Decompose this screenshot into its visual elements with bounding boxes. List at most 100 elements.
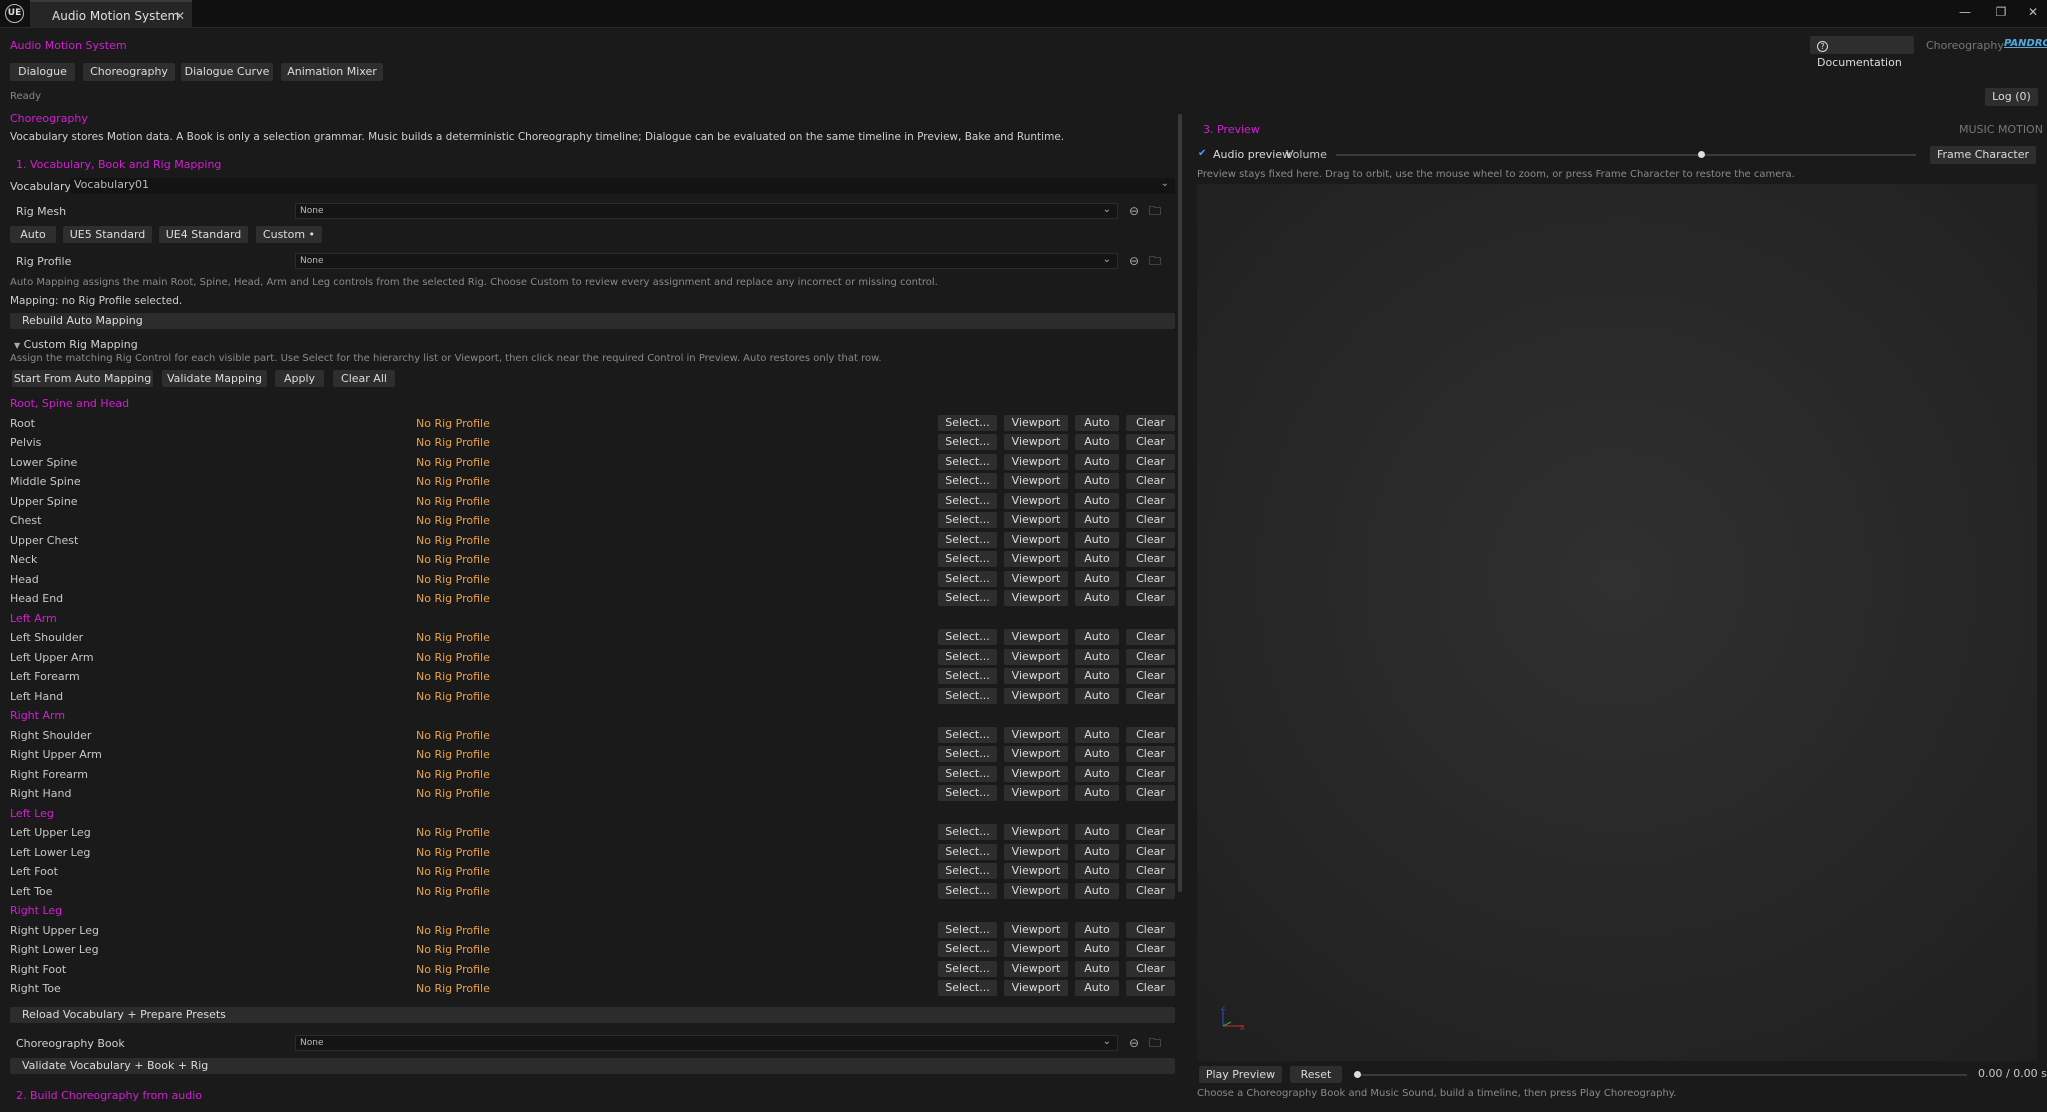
use-selected-icon[interactable]: ⊖ xyxy=(1127,1036,1141,1050)
auto-button[interactable]: Auto xyxy=(1075,532,1119,548)
preview-viewport[interactable]: X Z xyxy=(1197,184,2037,1061)
select-button[interactable]: Select... xyxy=(938,532,997,548)
browse-folder-icon[interactable]: 🗀 xyxy=(1148,204,1162,218)
viewport-button[interactable]: Viewport xyxy=(1004,590,1068,606)
select-button[interactable]: Select... xyxy=(938,493,997,509)
select-button[interactable]: Select... xyxy=(938,551,997,567)
choreography-book-dropdown[interactable]: None ⌄ xyxy=(295,1035,1118,1051)
clear-all-button[interactable]: Clear All xyxy=(333,370,395,387)
brand-link[interactable]: PANDRCA xyxy=(2004,38,2047,49)
browse-folder-icon[interactable]: 🗀 xyxy=(1148,1036,1162,1050)
select-button[interactable]: Select... xyxy=(938,844,997,860)
preset-ue4-button[interactable]: UE4 Standard xyxy=(159,226,248,243)
browse-folder-icon[interactable]: 🗀 xyxy=(1148,254,1162,268)
auto-button[interactable]: Auto xyxy=(1075,941,1119,957)
select-button[interactable]: Select... xyxy=(938,922,997,938)
viewport-button[interactable]: Viewport xyxy=(1004,668,1068,684)
auto-button[interactable]: Auto xyxy=(1075,766,1119,782)
clear-button[interactable]: Clear xyxy=(1126,883,1175,899)
viewport-button[interactable]: Viewport xyxy=(1004,629,1068,645)
auto-button[interactable]: Auto xyxy=(1075,668,1119,684)
viewport-button[interactable]: Viewport xyxy=(1004,688,1068,704)
select-button[interactable]: Select... xyxy=(938,688,997,704)
auto-button[interactable]: Auto xyxy=(1075,980,1119,996)
auto-button[interactable]: Auto xyxy=(1075,493,1119,509)
clear-button[interactable]: Clear xyxy=(1126,863,1175,879)
close-window-icon[interactable]: ✕ xyxy=(2022,2,2044,22)
rig-profile-dropdown[interactable]: None ⌄ xyxy=(295,253,1118,269)
clear-button[interactable]: Clear xyxy=(1126,844,1175,860)
select-button[interactable]: Select... xyxy=(938,785,997,801)
tab-dialogue-curve[interactable]: Dialogue Curve xyxy=(181,63,273,81)
viewport-button[interactable]: Viewport xyxy=(1004,824,1068,840)
validate-vocabulary-book-rig-button[interactable]: Validate Vocabulary + Book + Rig xyxy=(10,1058,1175,1074)
clear-button[interactable]: Clear xyxy=(1126,668,1175,684)
use-selected-icon[interactable]: ⊖ xyxy=(1127,204,1141,218)
viewport-button[interactable]: Viewport xyxy=(1004,649,1068,665)
viewport-button[interactable]: Viewport xyxy=(1004,727,1068,743)
rig-mesh-dropdown[interactable]: None ⌄ xyxy=(295,203,1118,219)
auto-button[interactable]: Auto xyxy=(1075,415,1119,431)
auto-button[interactable]: Auto xyxy=(1075,961,1119,977)
clear-button[interactable]: Clear xyxy=(1126,688,1175,704)
use-selected-icon[interactable]: ⊖ xyxy=(1127,254,1141,268)
clear-button[interactable]: Clear xyxy=(1126,454,1175,470)
viewport-button[interactable]: Viewport xyxy=(1004,746,1068,762)
clear-button[interactable]: Clear xyxy=(1126,532,1175,548)
preset-ue5-button[interactable]: UE5 Standard xyxy=(63,226,152,243)
select-button[interactable]: Select... xyxy=(938,473,997,489)
viewport-button[interactable]: Viewport xyxy=(1004,961,1068,977)
auto-button[interactable]: Auto xyxy=(1075,434,1119,450)
vocabulary-dropdown[interactable]: Vocabulary01 ⌄ xyxy=(70,178,1175,194)
clear-button[interactable]: Clear xyxy=(1126,434,1175,450)
play-preview-button[interactable]: Play Preview xyxy=(1199,1066,1282,1083)
select-button[interactable]: Select... xyxy=(938,668,997,684)
viewport-button[interactable]: Viewport xyxy=(1004,980,1068,996)
restore-icon[interactable]: ❐ xyxy=(1990,2,2012,22)
clear-button[interactable]: Clear xyxy=(1126,922,1175,938)
preset-auto-button[interactable]: Auto xyxy=(10,226,56,243)
tab-choreography[interactable]: Choreography xyxy=(83,63,175,81)
auto-button[interactable]: Auto xyxy=(1075,590,1119,606)
select-button[interactable]: Select... xyxy=(938,434,997,450)
select-button[interactable]: Select... xyxy=(938,590,997,606)
reload-vocabulary-button[interactable]: Reload Vocabulary + Prepare Presets xyxy=(10,1007,1175,1023)
preset-custom-button[interactable]: Custom • xyxy=(256,226,322,243)
select-button[interactable]: Select... xyxy=(938,941,997,957)
select-button[interactable]: Select... xyxy=(938,961,997,977)
tab-dialogue[interactable]: Dialogue xyxy=(10,63,75,81)
timeline-scrubber[interactable] xyxy=(1354,1071,1967,1078)
frame-character-button[interactable]: Frame Character xyxy=(1930,146,2036,164)
viewport-button[interactable]: Viewport xyxy=(1004,766,1068,782)
rebuild-auto-mapping-button[interactable]: Rebuild Auto Mapping xyxy=(10,313,1175,329)
clear-button[interactable]: Clear xyxy=(1126,590,1175,606)
select-button[interactable]: Select... xyxy=(938,571,997,587)
viewport-button[interactable]: Viewport xyxy=(1004,493,1068,509)
auto-button[interactable]: Auto xyxy=(1075,883,1119,899)
apply-button[interactable]: Apply xyxy=(275,370,324,387)
viewport-button[interactable]: Viewport xyxy=(1004,785,1068,801)
select-button[interactable]: Select... xyxy=(938,512,997,528)
auto-button[interactable]: Auto xyxy=(1075,473,1119,489)
left-panel-scrollbar[interactable] xyxy=(1178,114,1182,892)
reset-button[interactable]: Reset xyxy=(1290,1066,1342,1083)
auto-button[interactable]: Auto xyxy=(1075,551,1119,567)
viewport-button[interactable]: Viewport xyxy=(1004,571,1068,587)
auto-button[interactable]: Auto xyxy=(1075,688,1119,704)
clear-button[interactable]: Clear xyxy=(1126,766,1175,782)
clear-button[interactable]: Clear xyxy=(1126,551,1175,567)
log-button[interactable]: Log (0) xyxy=(1985,88,2038,106)
viewport-button[interactable]: Viewport xyxy=(1004,551,1068,567)
volume-slider-thumb[interactable] xyxy=(1698,151,1705,158)
viewport-button[interactable]: Viewport xyxy=(1004,473,1068,489)
close-tab-icon[interactable]: ✕ xyxy=(175,9,185,23)
clear-button[interactable]: Clear xyxy=(1126,649,1175,665)
auto-button[interactable]: Auto xyxy=(1075,824,1119,840)
audio-preview-checkbox[interactable]: ✔ xyxy=(1198,148,1209,159)
clear-button[interactable]: Clear xyxy=(1126,629,1175,645)
start-from-auto-mapping-button[interactable]: Start From Auto Mapping xyxy=(12,370,153,387)
select-button[interactable]: Select... xyxy=(938,746,997,762)
clear-button[interactable]: Clear xyxy=(1126,785,1175,801)
viewport-button[interactable]: Viewport xyxy=(1004,415,1068,431)
clear-button[interactable]: Clear xyxy=(1126,961,1175,977)
